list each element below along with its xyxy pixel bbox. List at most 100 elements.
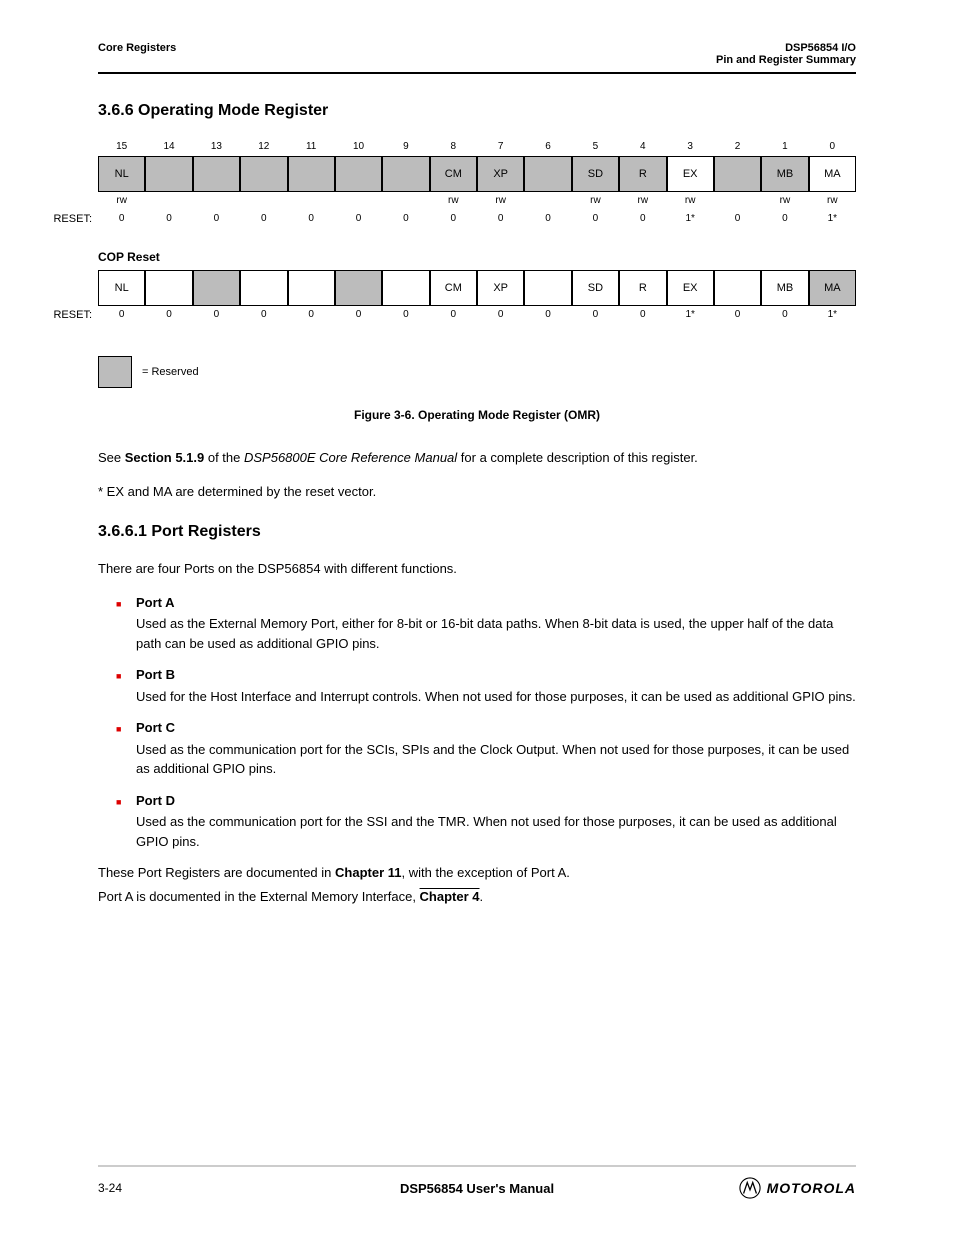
bit-cell bbox=[524, 270, 571, 306]
bit-type: rw bbox=[98, 192, 145, 210]
bit-reset: 0 bbox=[477, 210, 524, 228]
bit-cell bbox=[714, 156, 761, 192]
port-name: Port D bbox=[136, 793, 175, 808]
bit-reset: 0 bbox=[335, 210, 382, 228]
reset-label: RESET: bbox=[52, 210, 98, 228]
header-right: DSP56854 I/O Pin and Register Summary bbox=[716, 42, 856, 66]
bit-num: 7 bbox=[477, 138, 524, 156]
bit-num: 9 bbox=[382, 138, 429, 156]
port-desc: Used as the External Memory Port, either… bbox=[136, 614, 856, 653]
bit-cell bbox=[145, 156, 192, 192]
bit-type bbox=[145, 192, 192, 210]
bit-reset: 0 bbox=[714, 306, 761, 324]
bit-num: 1 bbox=[761, 138, 808, 156]
ports-ref-suffix: , with the exception of Port A. bbox=[402, 865, 570, 880]
bit-cell bbox=[524, 156, 571, 192]
bit-type-row: rwrwrwrwrwrwrwrw bbox=[98, 192, 856, 210]
header-right-2: Pin and Register Summary bbox=[716, 54, 856, 66]
bit-type: rw bbox=[809, 192, 856, 210]
legend-text: = Reserved bbox=[142, 366, 199, 378]
bit-type: rw bbox=[477, 192, 524, 210]
ports-ref-chapter: Chapter 11 bbox=[335, 865, 401, 880]
bit-cell-row: NLCMXPSDREXMBMA bbox=[98, 156, 856, 192]
bit-cell: R bbox=[619, 270, 666, 306]
bit-num: 4 bbox=[619, 138, 666, 156]
port-name: Port C bbox=[136, 720, 175, 735]
bit-reset: 0 bbox=[572, 210, 619, 228]
bit-cell: NL bbox=[98, 156, 145, 192]
bit-type: rw bbox=[619, 192, 666, 210]
bit-cell bbox=[288, 270, 335, 306]
bit-cell bbox=[240, 270, 287, 306]
bit-reset: 0 bbox=[524, 306, 571, 324]
bit-type: rw bbox=[430, 192, 477, 210]
bit-cell: NL bbox=[98, 270, 145, 306]
bit-reset: 0 bbox=[288, 210, 335, 228]
intro-text: See Section 5.1.9 of the DSP56800E Core … bbox=[98, 448, 856, 468]
header-left: Core Registers bbox=[98, 42, 176, 66]
section-title: 3.6.6 Operating Mode Register bbox=[98, 102, 856, 120]
port-item: Port D Used as the communication port for… bbox=[116, 791, 856, 852]
bit-cell: MB bbox=[761, 156, 808, 192]
bit-reset: 0 bbox=[714, 210, 761, 228]
bit-type bbox=[335, 192, 382, 210]
bit-type bbox=[382, 192, 429, 210]
bit-reset: 0 bbox=[524, 210, 571, 228]
port-name: Port B bbox=[136, 667, 175, 682]
bit-reset: 0 bbox=[382, 210, 429, 228]
reset-label: RESET: bbox=[52, 306, 98, 324]
bit-reset: 0 bbox=[572, 306, 619, 324]
bit-cell: XP bbox=[477, 156, 524, 192]
bit-reset: 1* bbox=[809, 306, 856, 324]
bit-num: 15 bbox=[98, 138, 145, 156]
header-rule bbox=[98, 72, 856, 74]
ports-ref-prefix: These Port Registers are documented in bbox=[98, 865, 335, 880]
bit-type: rw bbox=[572, 192, 619, 210]
bit-type bbox=[240, 192, 287, 210]
bit-num: 11 bbox=[288, 138, 335, 156]
bit-num: 10 bbox=[335, 138, 382, 156]
bit-reset-row: 0000000000001*001* bbox=[98, 210, 856, 228]
bit-cell: MB bbox=[761, 270, 808, 306]
port-item: Port BUsed for the Host Interface and In… bbox=[116, 665, 856, 706]
bit-cell bbox=[145, 270, 192, 306]
page-footer: 3-24 DSP56854 User's Manual MOTOROLA bbox=[98, 1165, 856, 1199]
bit-reset: 0 bbox=[193, 306, 240, 324]
bit-num: 12 bbox=[240, 138, 287, 156]
port-desc: Used as the communication port for the S… bbox=[136, 812, 856, 851]
legend: = Reserved bbox=[98, 356, 856, 388]
bit-cell bbox=[335, 156, 382, 192]
bit-reset: 0 bbox=[382, 306, 429, 324]
bit-num: 2 bbox=[714, 138, 761, 156]
bit-type: rw bbox=[761, 192, 808, 210]
ports-reference-2: Port A is documented in the External Mem… bbox=[98, 887, 856, 907]
bit-reset-row-cop: 0000000000001*001* bbox=[98, 306, 856, 324]
bit-cell: EX bbox=[667, 156, 714, 192]
bit-reset: 0 bbox=[477, 306, 524, 324]
bit-reset: 1* bbox=[667, 210, 714, 228]
port-item: Port AUsed as the External Memory Port, … bbox=[116, 593, 856, 654]
figure-caption: Figure 3-6. Operating Mode Register (OMR… bbox=[98, 408, 856, 422]
bit-type bbox=[524, 192, 571, 210]
page-header: Core Registers DSP56854 I/O Pin and Regi… bbox=[98, 42, 856, 66]
bit-reset: 0 bbox=[761, 306, 808, 324]
bit-reset: 0 bbox=[145, 306, 192, 324]
port-item: Port CUsed as the communication port for… bbox=[116, 718, 856, 779]
bit-cell bbox=[288, 156, 335, 192]
bit-cell bbox=[240, 156, 287, 192]
bit-reset: 0 bbox=[145, 210, 192, 228]
bit-reset: 0 bbox=[240, 306, 287, 324]
bit-type bbox=[714, 192, 761, 210]
bit-cell: EX bbox=[667, 270, 714, 306]
bit-reset: 0 bbox=[335, 306, 382, 324]
ports-heading: 3.6.6.1 Port Registers bbox=[98, 523, 856, 541]
cop-reset-title: COP Reset bbox=[98, 250, 856, 264]
bit-num: 13 bbox=[193, 138, 240, 156]
bit-cell-row-cop: NLCMXPSDREXMBMA bbox=[98, 270, 856, 306]
bit-reset: 0 bbox=[98, 210, 145, 228]
bit-num: 6 bbox=[524, 138, 571, 156]
bit-cell: XP bbox=[477, 270, 524, 306]
bit-cell: R bbox=[619, 156, 666, 192]
bit-cell: SD bbox=[572, 156, 619, 192]
bit-cell bbox=[382, 270, 429, 306]
